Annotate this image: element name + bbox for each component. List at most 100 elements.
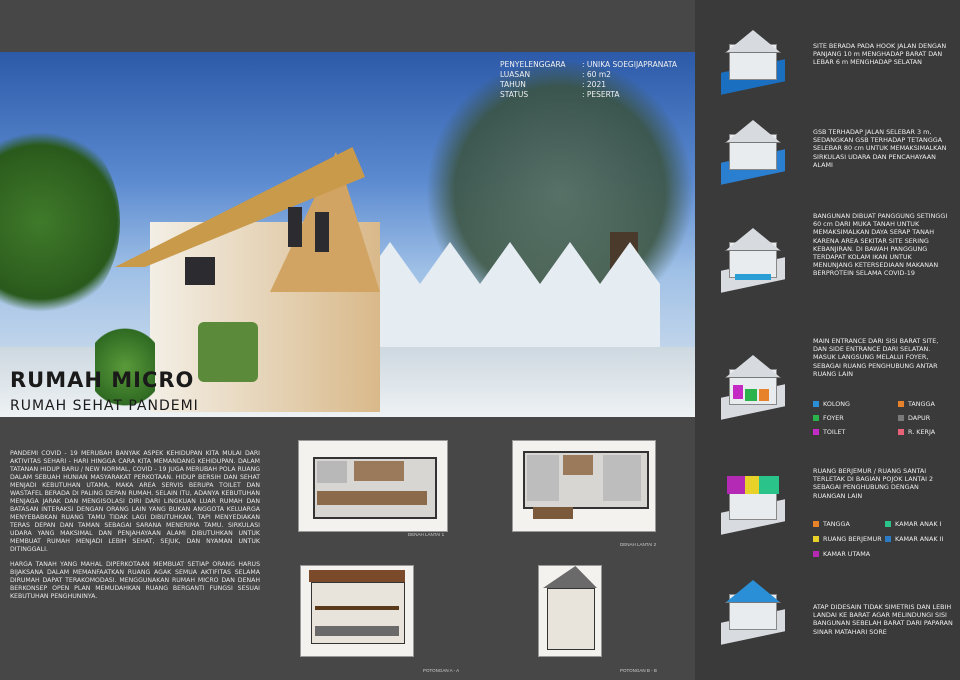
fish-pond: [735, 274, 771, 280]
iso-roof: [725, 30, 781, 53]
swatch: [898, 415, 904, 421]
legend-label: TANGGA: [823, 520, 850, 528]
swatch: [813, 551, 819, 557]
iso-roof-highlight: [725, 580, 781, 603]
description-text: PANDEMI COVID - 19 MERUBAH BANYAK ASPEK …: [10, 450, 260, 608]
green-wall: [198, 322, 258, 382]
legend-label: RUANG BERJEMUR: [823, 535, 882, 543]
swatch: [885, 536, 891, 542]
swatch: [813, 415, 819, 421]
iso-diagram-site: [717, 30, 789, 95]
legend-label: KOLONG: [823, 400, 850, 408]
info-row: LUASAN : 60 m2: [500, 70, 677, 80]
legend-label: KAMAR ANAK II: [895, 535, 944, 543]
tree-left: [0, 122, 120, 322]
legend-label: KAMAR UTAMA: [823, 550, 871, 558]
section-roof: [309, 570, 405, 582]
info-row: PENYELENGGARA : UNIKA SOEGIJAPRANATA: [500, 60, 677, 70]
swatch: [885, 521, 891, 527]
sunbath-highlight: [745, 476, 759, 494]
section-a: [300, 565, 414, 657]
iso-diagram-stilts: [717, 228, 789, 293]
plan-room: [317, 461, 347, 483]
info-key: PENYELENGGARA: [500, 60, 566, 69]
info-row: TAHUN : 2021: [500, 80, 677, 90]
swatch: [898, 401, 904, 407]
legend-item: TANGGA: [898, 400, 935, 408]
info-value: : PESERTA: [582, 90, 620, 99]
panel-text: RUANG BERJEMUR / RUANG SANTAI TERLETAK D…: [813, 467, 934, 500]
info-value: : 60 m2: [582, 70, 611, 79]
info-value: : 2021: [582, 80, 606, 89]
master-bedroom-highlight: [727, 476, 745, 494]
paragraph: HARGA TANAH YANG MAHAL DIPERKOTAAN MEMBU…: [10, 561, 260, 600]
plan-room: [527, 455, 559, 501]
section-body: [547, 588, 595, 650]
info-key: LUASAN: [500, 70, 531, 79]
section-a-caption: POTONGAN A - A: [423, 668, 460, 673]
legend-label: DAPUR: [908, 414, 931, 422]
info-key: STATUS: [500, 90, 529, 99]
swatch: [813, 536, 819, 542]
legend-item: KOLONG: [813, 400, 850, 408]
iso-diagram-gsb: [717, 120, 789, 185]
panel-text: ATAP DIDESAIN TIDAK SIMETRIS DAN LEBIH L…: [813, 603, 953, 636]
section-b: [538, 565, 602, 657]
project-info: PENYELENGGARA : UNIKA SOEGIJAPRANATA LUAS…: [500, 60, 677, 100]
legend-label: TOILET: [823, 428, 846, 436]
window: [315, 212, 329, 252]
window: [288, 207, 302, 247]
section-roof: [543, 566, 597, 588]
iso-diagram-upper-floor: [717, 470, 789, 535]
info-key: TAHUN: [500, 80, 526, 89]
panel-text: MAIN ENTRANCE DARI SISI BARAT SITE, DAN …: [813, 337, 939, 378]
plan-room: [563, 455, 593, 475]
section-floor: [315, 606, 399, 610]
iso-diagram-roof: [717, 580, 789, 645]
stair-highlight: [759, 389, 769, 401]
foyer-highlight: [745, 389, 757, 401]
floor-plan-2: [512, 440, 656, 532]
swatch: [813, 401, 819, 407]
legend-label: TANGGA: [908, 400, 935, 408]
hero-rendering: [0, 52, 695, 417]
info-value: : UNIKA SOEGIJAPRANATA: [582, 60, 678, 69]
legend-label: FOYER: [823, 414, 844, 422]
page-title: RUMAH MICRO: [10, 368, 195, 392]
legend-item: KAMAR UTAMA: [813, 550, 870, 558]
plan-room: [317, 491, 427, 505]
iso-roof: [725, 355, 781, 378]
plan-room: [354, 461, 404, 481]
legend-item: KAMAR ANAK II: [885, 535, 943, 543]
swatch: [813, 521, 819, 527]
legend-item: R. KERJA: [898, 428, 935, 436]
iso-diagram-entrance: [717, 355, 789, 420]
iso-roof: [725, 120, 781, 143]
paragraph: PANDEMI COVID - 19 MERUBAH BANYAK ASPEK …: [10, 450, 260, 553]
floor-plan-1: [298, 440, 448, 532]
section-interior: [315, 626, 399, 636]
swatch: [813, 429, 819, 435]
legend-label: R. KERJA: [908, 428, 936, 436]
legend-item: DAPUR: [898, 414, 930, 422]
legend-label: KAMAR ANAK I: [895, 520, 942, 528]
swatch: [898, 429, 904, 435]
legend-item: TOILET: [813, 428, 845, 436]
info-row: STATUS : PESERTA: [500, 90, 677, 100]
legend-item: FOYER: [813, 414, 844, 422]
plan2-caption: DENAH LANTAI 2: [620, 542, 657, 547]
window: [185, 257, 215, 285]
legend-item: TANGGA: [813, 520, 850, 528]
legend-item: RUANG BERJEMUR: [813, 535, 882, 543]
panel-text: GSB TERHADAP JALAN SELEBAR 3 m, SEDANGKA…: [813, 128, 947, 169]
page-subtitle: RUMAH SEHAT PANDEMI: [10, 398, 199, 414]
iso-roof: [725, 228, 781, 251]
plan-room: [603, 455, 641, 501]
panel-text: SITE BERADA PADA HOOK JALAN DENGAN PANJA…: [813, 42, 947, 67]
legend-item: KAMAR ANAK I: [885, 520, 941, 528]
plan1-caption: DENAH LANTAI 1: [408, 532, 445, 537]
panel-text: BANGUNAN DIBUAT PANGGUNG SETINGGI 60 cm …: [813, 212, 948, 278]
section-b-caption: POTONGAN B - B: [620, 668, 657, 673]
toilet-highlight: [733, 385, 743, 399]
plan-room: [533, 507, 573, 519]
